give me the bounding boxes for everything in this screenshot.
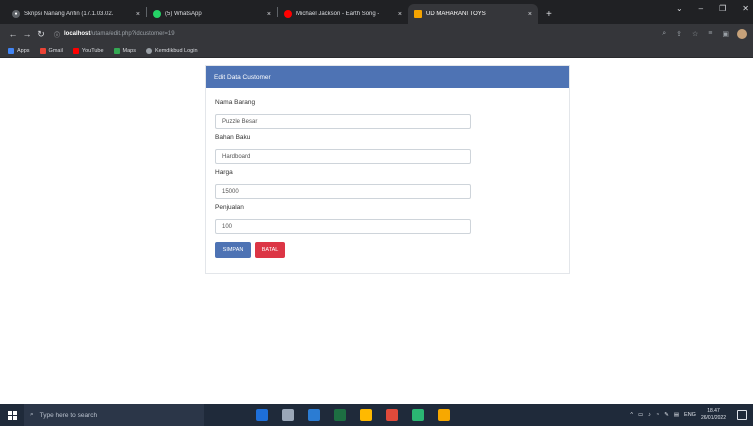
globe-icon (146, 47, 152, 54)
word-icon[interactable] (308, 409, 320, 421)
close-icon[interactable]: × (130, 11, 140, 18)
minimize-icon[interactable]: – (699, 4, 703, 13)
taskbar-apps (256, 409, 450, 421)
tab-youtube[interactable]: Michael Jackson - Earth Song - × (278, 4, 408, 24)
penjualan-label: Penjualan (215, 204, 244, 211)
browser-tab-strip: ● Skripsi Nanang Arifin (17.1.03.02. × (… (0, 0, 753, 24)
windows-taskbar: ⌕ Type here to search ^ ▭ ♪ ◔ ✎ ▤ ENG 18… (0, 404, 753, 426)
start-button[interactable] (0, 404, 24, 426)
bookmarks-bar: Apps Gmail YouTube Maps Kemdikbud Login (0, 44, 753, 58)
window-controls: ⌄ – ❐ ✕ (676, 4, 749, 13)
bookmark-label: Maps (122, 47, 136, 54)
search-icon: ⌕ (30, 411, 34, 418)
toolbar-icons: ⌕ ⇪ ☆ ≡ ▣ (662, 30, 729, 38)
clock[interactable]: 18.47 26/01/2022 (701, 408, 726, 422)
new-tab-button[interactable]: + (538, 4, 560, 24)
tab-skripsi[interactable]: ● Skripsi Nanang Arifin (17.1.03.02. × (6, 4, 146, 24)
bookmark-label: YouTube (81, 47, 104, 54)
task-view-icon[interactable] (256, 409, 268, 421)
xampp-icon[interactable] (438, 409, 450, 421)
harga-input[interactable]: 15000 (215, 184, 471, 199)
tab-title: Skripsi Nanang Arifin (17.1.03.02. (24, 11, 114, 17)
app-icon[interactable] (282, 409, 294, 421)
system-tray: ^ ▭ ♪ ◔ ✎ ▤ ENG 18.47 26/01/2022 (630, 408, 753, 422)
bookmark-gmail[interactable]: Gmail (39, 47, 63, 54)
network-icon[interactable]: ◔ (656, 412, 659, 418)
info-icon[interactable]: ⓘ (54, 30, 60, 39)
chevron-down-icon[interactable]: ⌄ (676, 4, 683, 13)
edit-customer-card: Edit Data Customer Nama Barang Puzzle Be… (205, 65, 570, 274)
pen-icon[interactable]: ✎ (664, 412, 669, 418)
bookmark-label: Gmail (48, 47, 63, 54)
reload-icon[interactable]: ↻ (34, 29, 48, 40)
edit-form: Nama Barang Puzzle Besar Bahan Baku Hard… (206, 88, 569, 264)
share-icon[interactable]: ⇪ (676, 30, 682, 38)
close-icon[interactable]: × (261, 11, 271, 18)
volume-icon[interactable]: ♪ (648, 412, 651, 418)
close-icon[interactable]: × (522, 11, 532, 18)
save-button[interactable]: SIMPAN (215, 242, 251, 258)
tab-maharani-toys[interactable]: UD MAHARANI TOYS × (408, 4, 538, 24)
bookmark-youtube[interactable]: YouTube (72, 47, 104, 54)
tab-whatsapp[interactable]: (5) WhatsApp × (147, 4, 277, 24)
tab-title: Michael Jackson - Earth Song - (296, 11, 380, 17)
notification-icon[interactable] (737, 410, 747, 420)
youtube-icon (284, 10, 292, 18)
whatsapp-icon (153, 10, 161, 18)
clock-time: 18.47 (707, 408, 720, 414)
page-viewport: Edit Data Customer Nama Barang Puzzle Be… (0, 58, 753, 388)
close-window-icon[interactable]: ✕ (742, 4, 749, 13)
maps-icon (113, 47, 120, 54)
bookmark-kemdikbud[interactable]: Kemdikbud Login (146, 47, 198, 54)
battery-icon[interactable]: ▭ (638, 412, 643, 418)
bookmark-maps[interactable]: Maps (113, 47, 136, 54)
media-icon[interactable]: ≡ (708, 30, 712, 38)
star-icon[interactable]: ☆ (692, 30, 698, 38)
chrome-icon[interactable] (386, 409, 398, 421)
address-bar: ← → ↻ ⓘ localhost /utama/edit.php?idcust… (0, 24, 753, 44)
url-field[interactable]: ⓘ localhost /utama/edit.php?idcustomer=1… (54, 27, 663, 41)
nama-barang-input[interactable]: Puzzle Besar (215, 114, 471, 129)
search-placeholder: Type here to search (39, 411, 98, 419)
taskbar-search[interactable]: ⌕ Type here to search (24, 404, 204, 426)
card-header: Edit Data Customer (206, 66, 569, 88)
bahan-baku-input[interactable]: Hardboard (215, 149, 471, 164)
site-icon (414, 10, 422, 18)
apps-grid-icon (8, 47, 14, 54)
back-icon[interactable]: ← (6, 29, 20, 39)
chevron-up-icon[interactable]: ^ (630, 412, 633, 418)
app-icon[interactable] (412, 409, 424, 421)
bookmark-apps[interactable]: Apps (8, 47, 30, 54)
bahan-baku-label: Bahan Baku (215, 134, 251, 141)
keyboard-icon[interactable]: ▤ (674, 412, 679, 418)
bookmark-label: Apps (17, 47, 30, 54)
close-icon[interactable]: × (392, 11, 402, 18)
cancel-button[interactable]: BATAL (255, 242, 285, 258)
bookmark-label: Kemdikbud Login (155, 47, 198, 54)
forward-icon[interactable]: → (20, 29, 34, 39)
harga-label: Harga (215, 169, 233, 176)
windows-icon (7, 410, 17, 420)
gmail-icon (39, 47, 46, 54)
clock-date: 26/01/2022 (700, 415, 726, 421)
tab-title: (5) WhatsApp (165, 11, 202, 17)
url-path: /utama/edit.php?idcustomer=19 (90, 31, 175, 37)
excel-icon[interactable] (334, 409, 346, 421)
nama-barang-label: Nama Barang (215, 99, 256, 106)
form-actions: SIMPAN BATAL (215, 242, 560, 258)
penjualan-input[interactable]: 100 (215, 219, 471, 234)
tab-title: UD MAHARANI TOYS (426, 11, 486, 17)
sidepanel-icon[interactable]: ▣ (722, 30, 729, 38)
profile-avatar[interactable] (737, 29, 747, 39)
url-host: localhost (64, 31, 91, 37)
chrome-icon: ● (12, 10, 20, 18)
zoom-icon[interactable]: ⌕ (662, 30, 666, 38)
file-explorer-icon[interactable] (360, 409, 372, 421)
youtube-icon (72, 47, 79, 54)
maximize-icon[interactable]: ❐ (719, 4, 726, 13)
language-indicator[interactable]: ENG (684, 412, 696, 418)
